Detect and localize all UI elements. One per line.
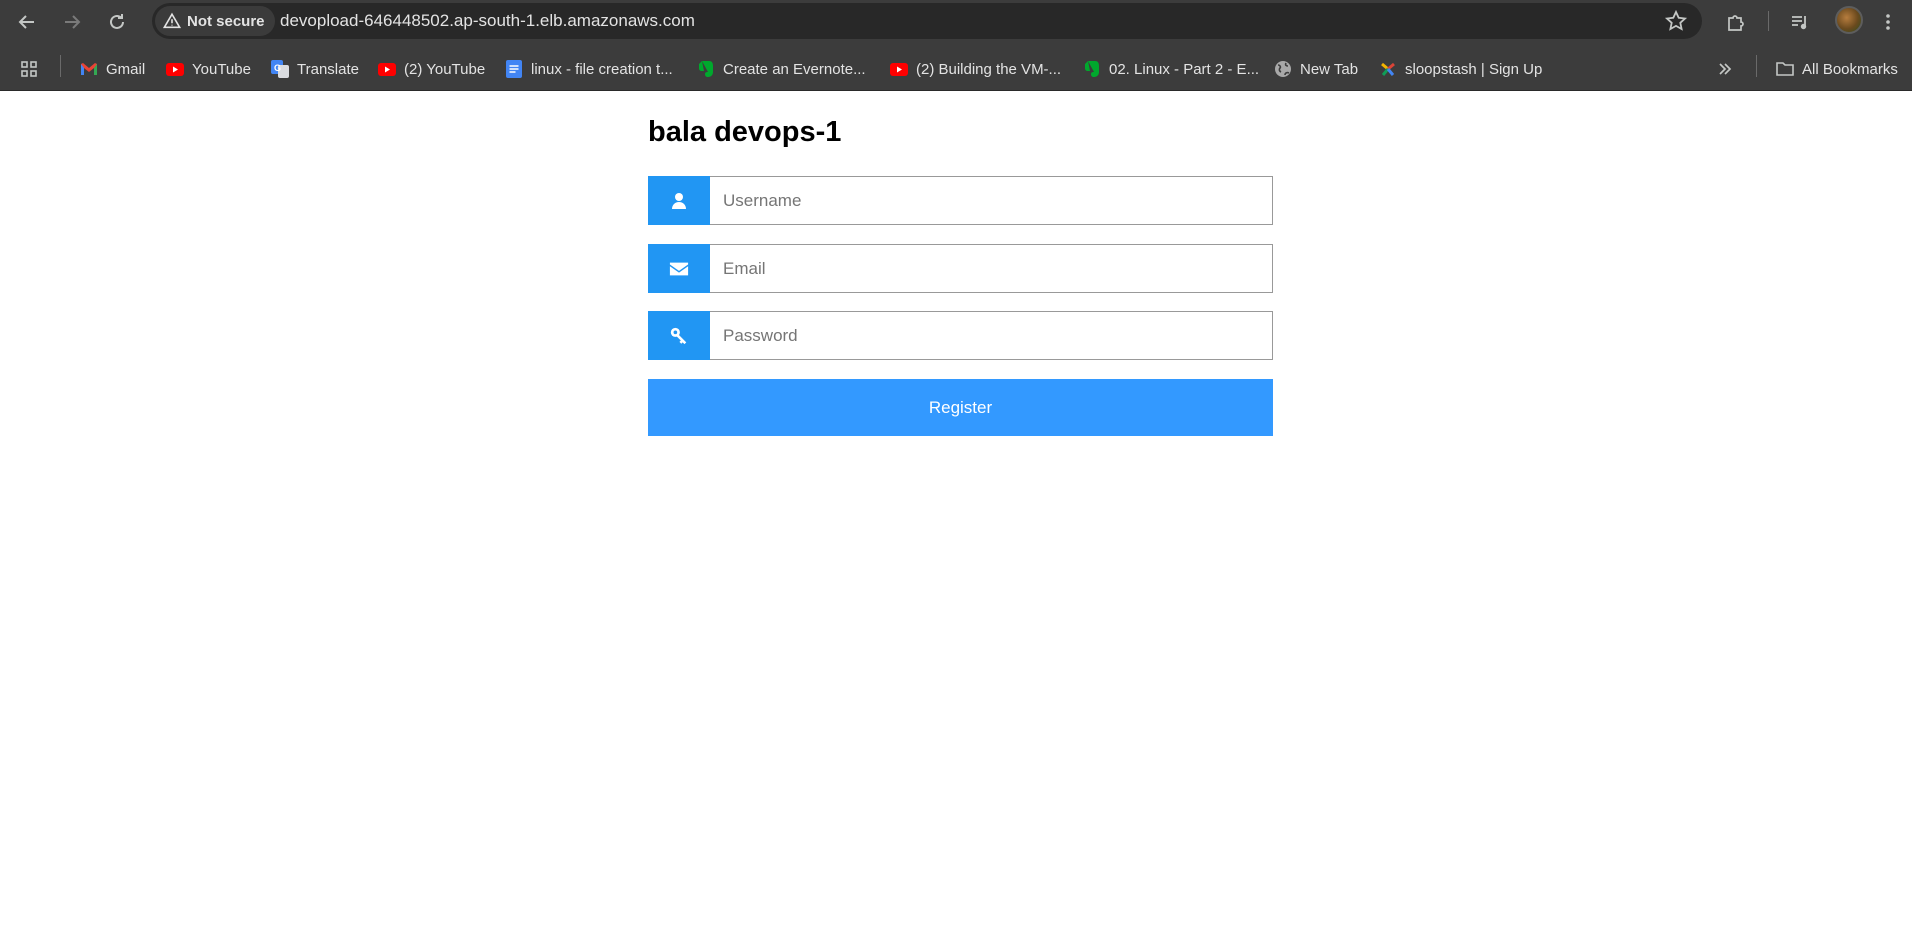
bookmark-label: sloopstash | Sign Up xyxy=(1405,60,1543,78)
gmail-icon xyxy=(80,60,98,78)
form-title: bala devops-1 xyxy=(648,116,842,148)
security-label: Not secure xyxy=(187,12,265,30)
password-field xyxy=(648,311,1273,360)
reload-icon xyxy=(110,14,124,29)
username-field xyxy=(648,176,1273,225)
bookmark-label: Create an Evernote... xyxy=(723,60,866,78)
bookmark-evernote[interactable]: Create an Evernote... xyxy=(697,56,866,82)
bookmark-youtube-3[interactable]: (2) Building the VM-... xyxy=(890,56,1061,82)
chevron-double-right-icon xyxy=(1716,60,1734,78)
apps-button[interactable] xyxy=(20,56,38,82)
youtube-icon xyxy=(166,60,184,78)
bookmark-label: 02. Linux - Part 2 - E... xyxy=(1109,60,1260,78)
password-input[interactable] xyxy=(710,311,1273,360)
bookmark-label: linux - file creation t... xyxy=(531,60,673,78)
menu-button[interactable] xyxy=(1874,8,1902,36)
bookmark-linux-docs[interactable]: linux - file creation t... xyxy=(505,56,673,82)
bookmark-label: (2) YouTube xyxy=(404,60,486,78)
profile-avatar[interactable] xyxy=(1835,6,1863,34)
evernote-icon xyxy=(1083,60,1101,78)
security-chip[interactable]: Not secure xyxy=(155,6,275,36)
user-icon xyxy=(648,176,710,225)
sloopstash-icon xyxy=(1379,60,1397,78)
extensions-button[interactable] xyxy=(1722,8,1750,36)
bookmark-gmail[interactable]: Gmail xyxy=(80,56,145,82)
more-vertical-icon xyxy=(1886,14,1890,30)
playlist-icon xyxy=(1792,16,1807,30)
username-input[interactable] xyxy=(710,176,1273,225)
puzzle-icon xyxy=(1728,15,1744,31)
bookmark-label: Gmail xyxy=(106,60,146,78)
arrow-right-icon xyxy=(65,15,81,29)
bookmark-new-tab[interactable]: New Tab xyxy=(1274,56,1358,82)
address-bar[interactable]: Not secure devopload-646448502.ap-south-… xyxy=(152,3,1702,39)
toolbar-divider xyxy=(1768,11,1769,31)
bookmark-label: YouTube xyxy=(192,60,251,78)
reload-button[interactable] xyxy=(102,7,132,37)
youtube-icon xyxy=(378,60,396,78)
bookmark-youtube-2[interactable]: (2) YouTube xyxy=(378,56,485,82)
page-content: bala devops-1 Register xyxy=(0,92,1912,950)
bookmarks-divider xyxy=(1756,55,1757,77)
translate-icon: G xyxy=(271,60,289,78)
bookmark-label: (2) Building the VM-... xyxy=(916,60,1062,78)
email-field xyxy=(648,244,1273,293)
bookmark-star-button[interactable] xyxy=(1664,9,1688,33)
bookmarks-divider xyxy=(60,55,61,77)
apps-grid-icon xyxy=(20,60,38,78)
arrow-left-icon xyxy=(18,15,34,29)
bookmark-youtube[interactable]: YouTube xyxy=(166,56,251,82)
register-button[interactable]: Register xyxy=(648,379,1273,436)
folder-icon xyxy=(1776,60,1794,78)
back-button[interactable] xyxy=(12,7,42,37)
forward-button[interactable] xyxy=(57,7,87,37)
star-icon xyxy=(1664,9,1688,31)
globe-icon xyxy=(1274,60,1292,78)
bookmark-label: Translate xyxy=(297,60,359,78)
browser-toolbar: Not secure devopload-646448502.ap-south-… xyxy=(0,0,1912,46)
envelope-icon xyxy=(648,244,710,293)
docs-icon xyxy=(505,60,523,78)
all-bookmarks-label: All Bookmarks xyxy=(1802,60,1898,78)
warning-icon xyxy=(163,12,181,29)
bookmark-sloopstash[interactable]: sloopstash | Sign Up xyxy=(1379,56,1542,82)
evernote-icon xyxy=(697,60,715,78)
all-bookmarks-button[interactable]: All Bookmarks xyxy=(1776,56,1898,82)
youtube-icon xyxy=(890,60,908,78)
bookmarks-bar: Gmail YouTube G Translate (2) YouTube li… xyxy=(0,46,1912,91)
bookmarks-overflow-button[interactable] xyxy=(1716,56,1734,82)
bookmark-label: New Tab xyxy=(1300,60,1359,78)
url-text[interactable]: devopload-646448502.ap-south-1.elb.amazo… xyxy=(280,3,695,39)
svg-text:G: G xyxy=(274,63,281,73)
bookmark-translate[interactable]: G Translate xyxy=(271,56,359,82)
key-icon xyxy=(648,311,710,360)
bookmark-evernote-2[interactable]: 02. Linux - Part 2 - E... xyxy=(1083,56,1259,82)
media-control-button[interactable] xyxy=(1786,8,1814,36)
email-input[interactable] xyxy=(710,244,1273,293)
